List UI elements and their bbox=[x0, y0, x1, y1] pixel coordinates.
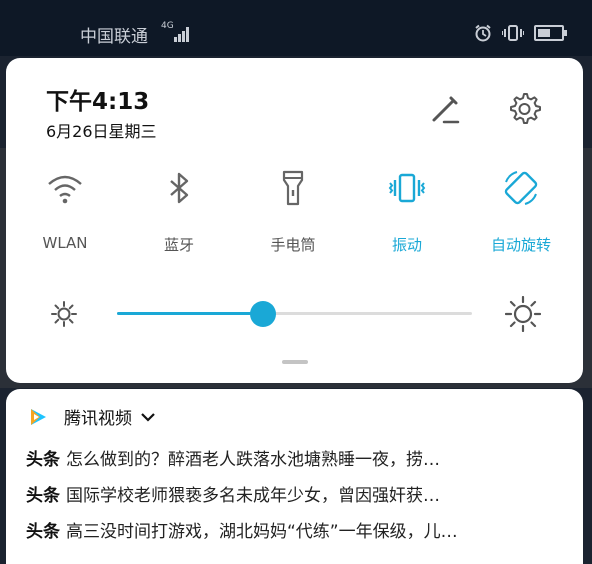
tile-vibrate[interactable]: 振动 bbox=[352, 168, 462, 255]
tile-flashlight[interactable]: 手电筒 bbox=[238, 168, 348, 255]
tile-auto-rotate[interactable]: 自动旋转 bbox=[466, 168, 576, 255]
clock-date: 6月26日星期三 bbox=[46, 122, 157, 141]
tile-label: 振动 bbox=[391, 236, 422, 254]
brightness-high-icon bbox=[505, 296, 541, 332]
brightness-slider[interactable] bbox=[117, 301, 472, 327]
tile-label: WLAN bbox=[42, 234, 88, 252]
bluetooth-icon bbox=[170, 172, 189, 204]
news-text: 国际学校老师猥亵多名未成年少女，曾因强奸获… bbox=[66, 486, 440, 506]
tile-bluetooth[interactable]: 蓝牙 bbox=[124, 168, 234, 255]
carrier-name: 中国联通 bbox=[80, 27, 148, 47]
alarm-icon bbox=[475, 24, 491, 42]
settings-gear-icon[interactable] bbox=[505, 90, 543, 128]
signal-icon bbox=[174, 26, 192, 42]
news-tag: 头条 bbox=[26, 522, 60, 542]
notification-card[interactable]: 腾讯视频 头条 怎么做到的？醉酒老人跌落水池塘熟睡一夜，捞… 头条 国际学校老师猥亵… bbox=[6, 389, 583, 564]
vibrate-icon bbox=[388, 173, 426, 203]
network-type: 4G bbox=[161, 21, 174, 31]
wifi-icon bbox=[48, 175, 82, 204]
panel-drag-handle[interactable] bbox=[282, 360, 308, 364]
news-text: 高三没时间打游戏，湖北妈妈“代练”一年保级，儿… bbox=[66, 522, 458, 542]
notification-app-name: 腾讯视频 bbox=[64, 409, 132, 429]
tile-wlan[interactable]: WLAN bbox=[10, 168, 120, 252]
chevron-down-icon[interactable] bbox=[140, 409, 156, 425]
clock-time: 下午4:13 bbox=[46, 89, 150, 115]
tile-label: 手电筒 bbox=[270, 236, 316, 254]
brightness-slider-fill bbox=[117, 312, 263, 315]
edit-icon[interactable] bbox=[426, 92, 462, 128]
news-tag: 头条 bbox=[26, 450, 60, 470]
news-item[interactable]: 头条 高三没时间打游戏，湖北妈妈“代练”一年保级，儿… bbox=[26, 517, 566, 542]
news-item[interactable]: 头条 国际学校老师猥亵多名未成年少女，曾因强奸获… bbox=[26, 481, 566, 506]
brightness-slider-thumb[interactable] bbox=[249, 301, 276, 327]
tile-label: 蓝牙 bbox=[163, 236, 194, 254]
tencent-video-logo-icon bbox=[31, 408, 46, 425]
auto-rotate-icon bbox=[504, 171, 538, 205]
status-bar: 中国联通 4G bbox=[0, 0, 592, 56]
tile-label: 自动旋转 bbox=[490, 236, 551, 254]
news-tag: 头条 bbox=[26, 486, 60, 506]
brightness-control bbox=[6, 288, 583, 338]
news-text: 怎么做到的？醉酒老人跌落水池塘熟睡一夜，捞… bbox=[66, 450, 440, 470]
vibrate-status-icon bbox=[502, 25, 524, 41]
flashlight-icon bbox=[282, 170, 304, 206]
quick-settings-panel: 下午4:13 6月26日星期三 WLAN 蓝牙 手电筒 振动 自动旋转 bbox=[6, 58, 583, 383]
brightness-low-icon bbox=[51, 301, 77, 327]
battery-icon bbox=[534, 25, 567, 41]
news-item[interactable]: 头条 怎么做到的？醉酒老人跌落水池塘熟睡一夜，捞… bbox=[26, 445, 566, 470]
notification-header[interactable]: 腾讯视频 bbox=[28, 404, 156, 429]
